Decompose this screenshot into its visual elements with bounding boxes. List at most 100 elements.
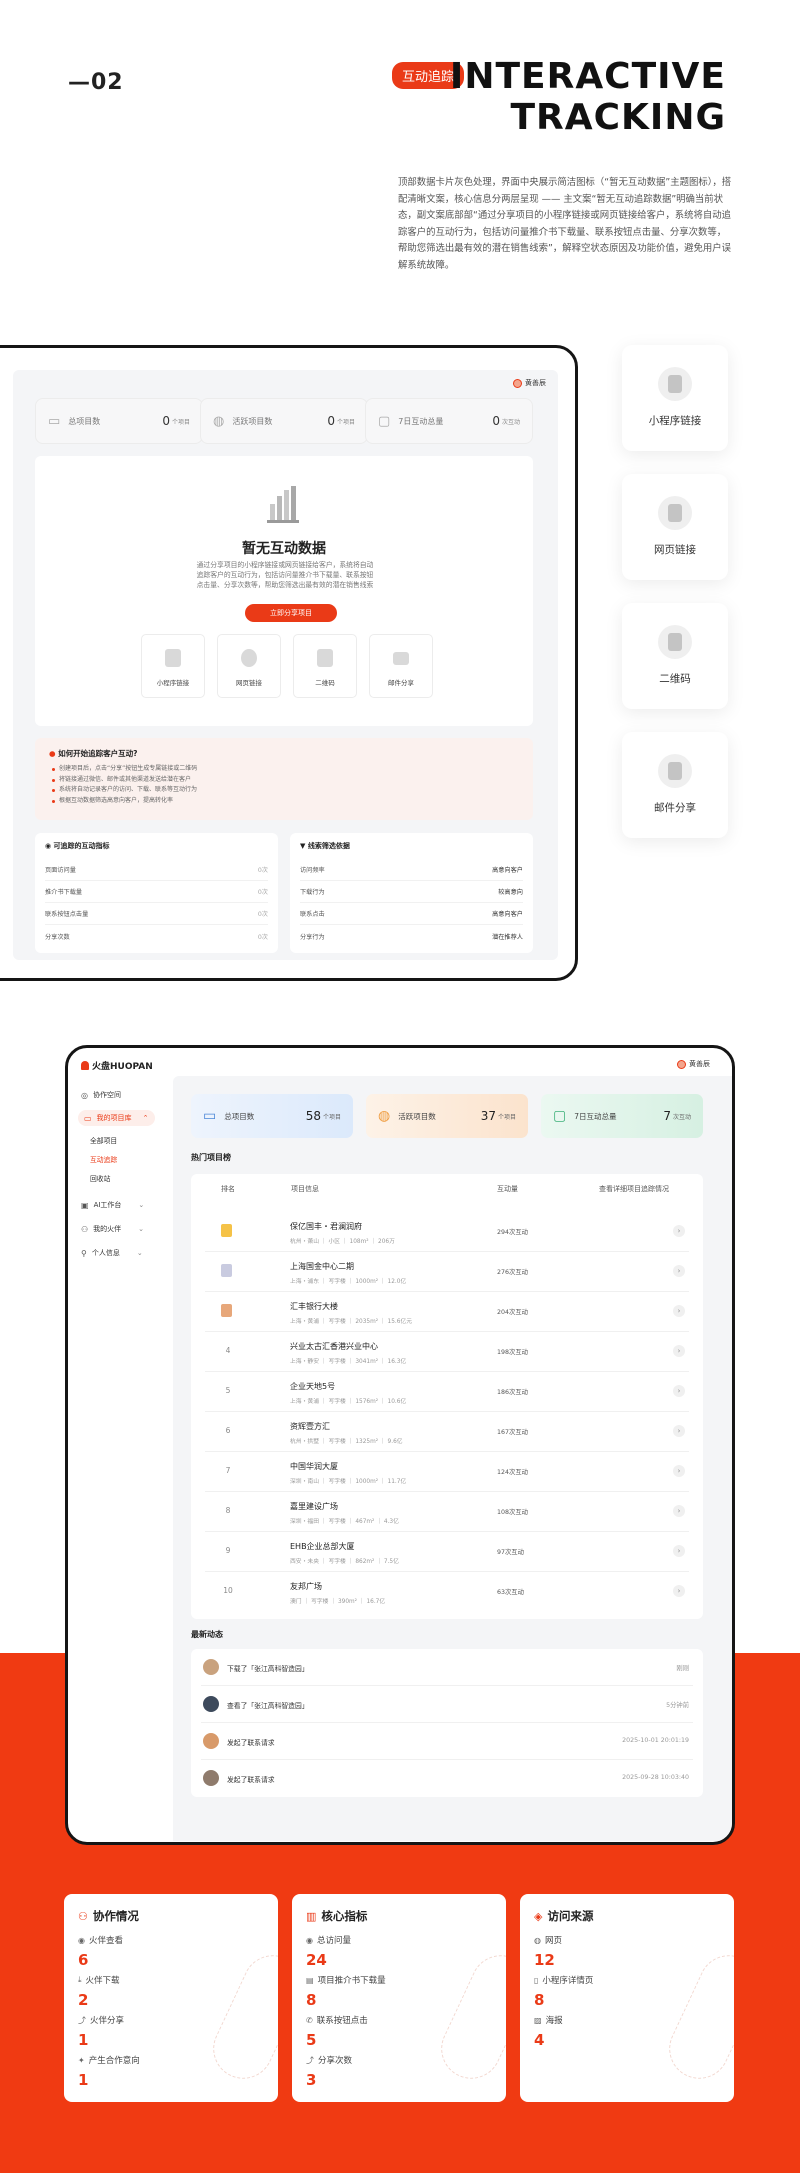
- nav-my-projects[interactable]: ▭ 我的项目库 ⌃: [78, 1110, 156, 1126]
- phone-call-icon: ✆: [306, 2015, 313, 2025]
- stat-value: 0: [327, 414, 335, 428]
- table-row[interactable]: 上海国金中心二期 上海・浦东 ｜ 写字楼 ｜ 1000m² ｜ 12.0亿 276…: [205, 1252, 689, 1292]
- globe-icon: ◍: [534, 1935, 541, 1945]
- table-row[interactable]: 9 EHB企业总部大厦 西安・未央 ｜ 写字楼 ｜ 862m² ｜ 7.5亿 97…: [205, 1532, 689, 1572]
- side-card-web[interactable]: 网页链接: [622, 474, 728, 580]
- chevron-down-icon: ⌄: [136, 1249, 143, 1257]
- nav-collab[interactable]: ◎ 协作空间: [81, 1090, 121, 1100]
- phone-icon: [165, 649, 181, 667]
- card-title: ◈ 访问来源: [534, 1909, 594, 1923]
- user-icon: ⚲: [81, 1248, 87, 1258]
- chevron-right-icon[interactable]: ›: [673, 1545, 685, 1557]
- stat-card-total: ▭ 总项目数 58 个项目: [191, 1094, 353, 1138]
- table-row[interactable]: 8 嘉里建设广场 深圳・福田 ｜ 写字楼 ｜ 467m² ｜ 4.3亿 108次互…: [205, 1492, 689, 1532]
- howto-item: 根据互动数据筛选高意向客户，提高转化率: [52, 796, 519, 807]
- avatar: [203, 1770, 219, 1786]
- section-description: 顶部数据卡片灰色处理，界面中央展示简洁图标（“暂无互动数据”主题图标），搭配清晰…: [398, 177, 732, 271]
- user-chip[interactable]: 黄善辰: [677, 1059, 710, 1069]
- globe-icon: [241, 649, 257, 667]
- chevron-up-icon: ⌃: [142, 1114, 149, 1122]
- eye-icon: ◉: [45, 842, 52, 850]
- chevron-right-icon[interactable]: ›: [673, 1585, 685, 1597]
- lead-row: 下载行为 较高意向: [300, 881, 523, 903]
- feed-item[interactable]: 查看了「张江高科智造园」 5分钟前: [201, 1686, 693, 1723]
- user-name: 黄善辰: [525, 379, 546, 387]
- card-traffic-sources: ◈ 访问来源 ◍ 网页 12 ▯ 小程序详情页 8 ▨ 海报 4: [520, 1894, 734, 2102]
- chevron-right-icon[interactable]: ›: [673, 1465, 685, 1477]
- side-card-miniprogram[interactable]: 小程序链接: [622, 345, 728, 451]
- hot-projects-table: 排名 项目信息 互动量 查看详细项目追踪情况 保亿国丰・君澜润府 杭州・萧山 ｜ …: [191, 1174, 703, 1619]
- miniprogram-icon: ▯: [534, 1975, 539, 1985]
- metric-row: 推介书下载量 0次: [45, 881, 268, 903]
- chevron-right-icon[interactable]: ›: [673, 1225, 685, 1237]
- flame-icon: ◍: [213, 413, 225, 429]
- column-header: 查看详细项目追踪情况: [599, 1185, 669, 1193]
- item-label: ▤ 项目推介书下载量: [306, 1975, 386, 1987]
- mail-icon: [393, 652, 409, 665]
- item-value: 24: [306, 1951, 327, 1969]
- table-row[interactable]: 7 中国华润大厦 深圳・南山 ｜ 写字楼 ｜ 1000m² ｜ 11.7亿 124…: [205, 1452, 689, 1492]
- lead-row: 联系点击 高意向客户: [300, 903, 523, 925]
- howto-item: 将链接通过微信、邮件或其他渠道发送给潜在客户: [52, 775, 519, 786]
- eye-icon: ◉: [78, 1935, 85, 1945]
- avatar: [513, 378, 522, 388]
- nav-partners[interactable]: ⚇ 我的火伴 ⌄: [81, 1224, 144, 1234]
- side-card-label: 二维码: [659, 673, 691, 685]
- feed-item[interactable]: 下载了「张江高科智造园」 刚刚: [201, 1649, 693, 1686]
- nav-ai-workbench[interactable]: ▣ AI工作台 ⌄: [81, 1200, 144, 1210]
- table-row[interactable]: 保亿国丰・君澜润府 杭州・萧山 ｜ 小区 ｜ 108m² ｜ 206万 294次互…: [205, 1212, 689, 1252]
- qrcode-icon: [317, 649, 333, 667]
- howto-list: 创建项目后，点击“分享”按钮生成专属链接或二维码 将链接通过微信、邮件或其他渠道…: [49, 764, 519, 806]
- globe-icon: [658, 496, 692, 530]
- table-row[interactable]: 5 企业天地5号 上海・黄浦 ｜ 写字楼 ｜ 1576m² ｜ 10.6亿 186…: [205, 1372, 689, 1412]
- subnav-tracking[interactable]: 互动追踪: [90, 1154, 117, 1164]
- item-label: ▯ 小程序详情页: [534, 1975, 594, 1987]
- stat-unit: 个项目: [336, 418, 355, 426]
- card-title: ⚇ 协作情况: [78, 1909, 139, 1923]
- table-row[interactable]: 10 友邦广场 澳门 ｜ 写字楼 ｜ 390m² ｜ 16.7亿 63次互动 ›: [205, 1572, 689, 1612]
- stat-label: 7日互动总量: [398, 416, 444, 426]
- feed-item[interactable]: 发起了联系请求 2025-09-28 10:03:40: [201, 1760, 693, 1797]
- table-row[interactable]: 4 兴业太古汇香港兴业中心 上海・静安 ｜ 写字楼 ｜ 3041m² ｜ 16.3…: [205, 1332, 689, 1372]
- nav-profile[interactable]: ⚲ 个人信息 ⌄: [81, 1248, 143, 1258]
- share-option-miniprogram[interactable]: 小程序链接: [141, 634, 205, 698]
- share-option-label: 网页链接: [236, 679, 262, 687]
- table-row[interactable]: 6 资辉壹方汇 杭州・拱墅 ｜ 写字楼 ｜ 1325m² ｜ 9.6亿 167次互…: [205, 1412, 689, 1452]
- side-card-email[interactable]: 邮件分享: [622, 732, 728, 838]
- chevron-right-icon[interactable]: ›: [673, 1505, 685, 1517]
- item-label: ◍ 网页: [534, 1935, 562, 1947]
- table-row[interactable]: 汇丰银行大楼 上海・黄浦 ｜ 写字楼 ｜ 2035m² ｜ 15.6亿元 204次…: [205, 1292, 689, 1332]
- share-option-web[interactable]: 网页链接: [217, 634, 281, 698]
- chevron-right-icon[interactable]: ›: [673, 1345, 685, 1357]
- stat-unit: 个项目: [171, 418, 190, 426]
- share-option-qrcode[interactable]: 二维码: [293, 634, 357, 698]
- user-chip[interactable]: 黄善辰: [513, 378, 546, 388]
- users-icon: ⚇: [81, 1224, 89, 1234]
- avatar: [203, 1659, 219, 1675]
- chevron-right-icon[interactable]: ›: [673, 1305, 685, 1317]
- feed-item[interactable]: 发起了联系请求 2025-10-01 20:01:19: [201, 1723, 693, 1760]
- brand-logo[interactable]: 火盘HUOPAN: [81, 1059, 153, 1072]
- side-card-label: 网页链接: [654, 544, 696, 556]
- howto-item: 创建项目后，点击“分享”按钮生成专属链接或二维码: [52, 764, 519, 775]
- chevron-right-icon[interactable]: ›: [673, 1265, 685, 1277]
- empty-description: 通过分享项目的小程序链接或网页链接给客户，系统将自动追踪客户的互动行为，包括访问…: [196, 561, 374, 589]
- device-frame-dashboard: 火盘HUOPAN 黄善辰 ◎ 协作空间 ▭ 我的项目库 ⌃ 全部项目 互动追踪 回收站…: [65, 1045, 735, 1845]
- side-card-qrcode[interactable]: 二维码: [622, 603, 728, 709]
- share-option-label: 邮件分享: [388, 679, 414, 687]
- folder-icon: ▭: [48, 413, 61, 429]
- chevron-right-icon[interactable]: ›: [673, 1425, 685, 1437]
- chevron-right-icon[interactable]: ›: [673, 1385, 685, 1397]
- card-title: ▥ 核心指标: [306, 1909, 368, 1923]
- share-project-button[interactable]: 立即分享项目: [245, 604, 337, 622]
- metric-row: 联系按钮点击量 0次: [45, 903, 268, 925]
- chat-icon: ▢: [553, 1108, 567, 1124]
- subnav-all-projects[interactable]: 全部项目: [90, 1135, 117, 1145]
- howto-item: 系统将自动记录客户的访问、下载、联系等互动行为: [52, 785, 519, 796]
- share-option-email[interactable]: 邮件分享: [369, 634, 433, 698]
- lead-row: 分享行为 潜在推荐人: [300, 933, 523, 941]
- empty-title: 暂无互动数据: [242, 541, 326, 557]
- subnav-recycle-bin[interactable]: 回收站: [90, 1173, 110, 1183]
- metric-row: 分享次数 0次: [45, 933, 268, 941]
- avatar: [677, 1059, 686, 1069]
